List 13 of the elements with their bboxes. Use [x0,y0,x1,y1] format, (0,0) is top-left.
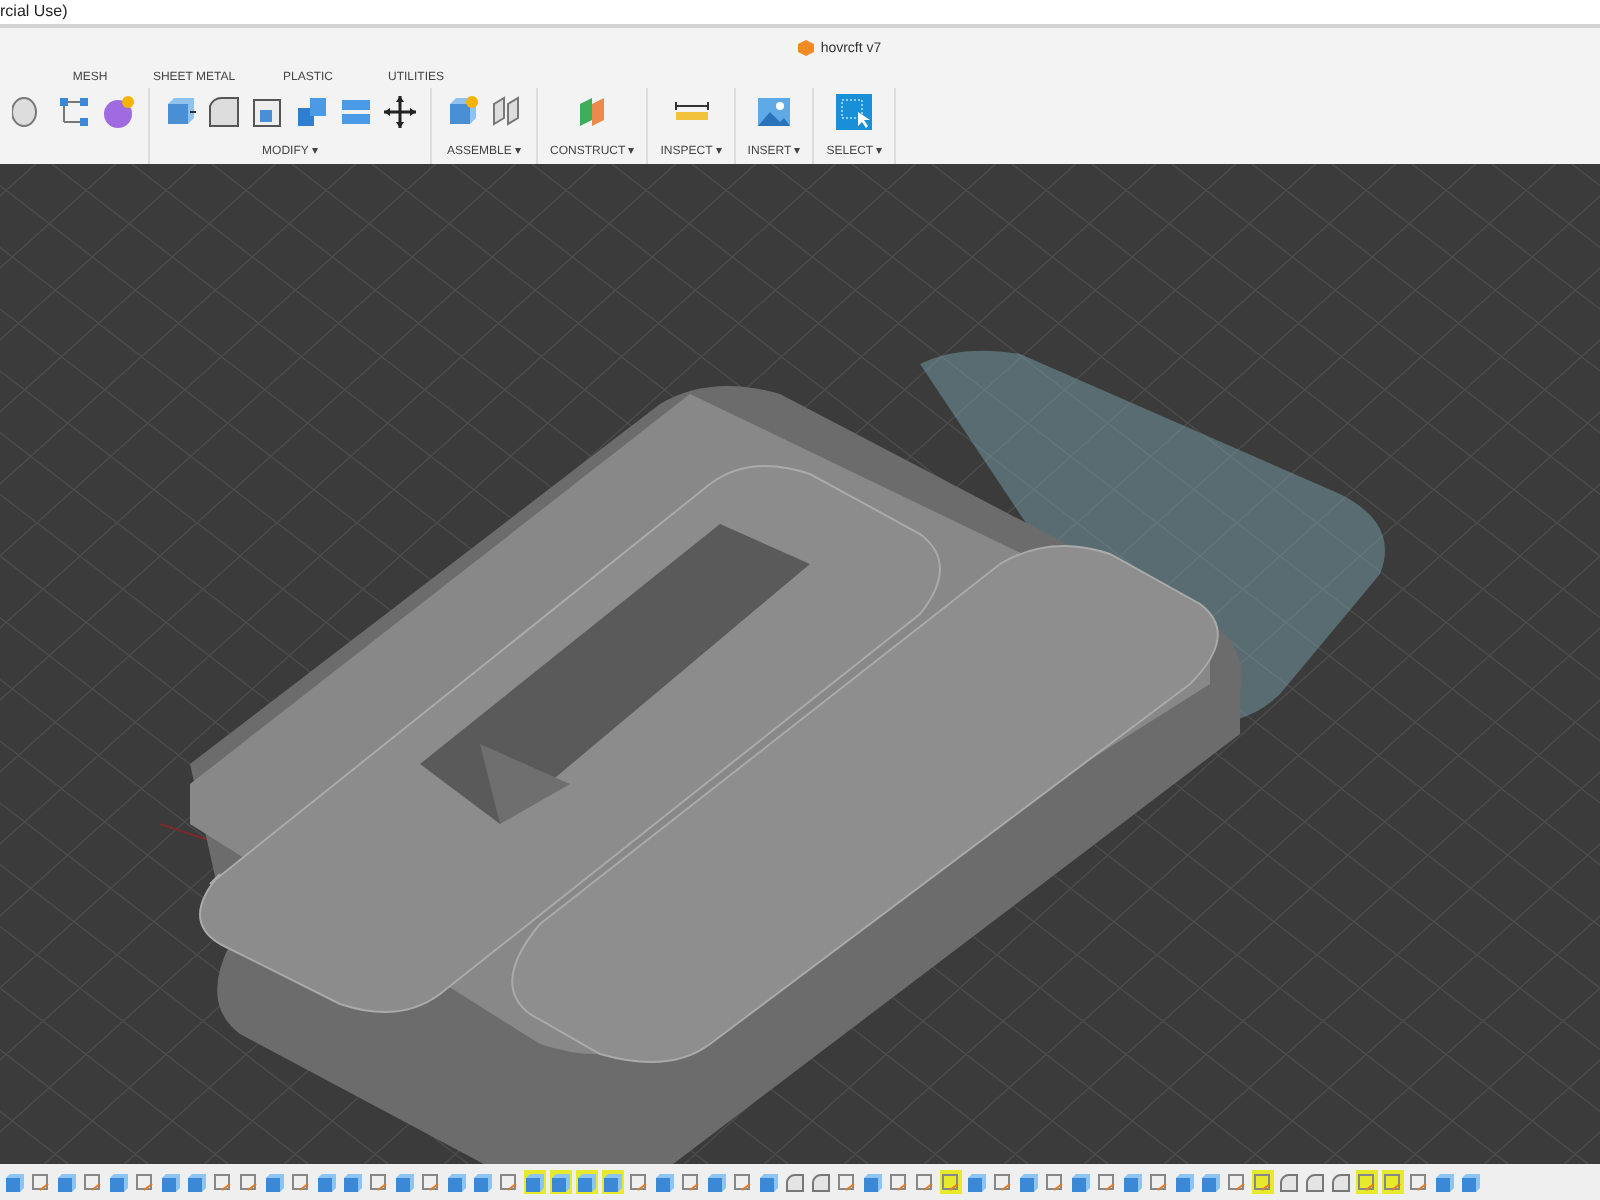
window-title: rcial Use) [0,2,68,22]
selection-cursor-icon[interactable] [836,94,873,130]
sketch-points-icon[interactable] [56,94,92,130]
joint-icon[interactable] [488,94,524,130]
fillet-icon[interactable] [206,94,242,130]
image-icon[interactable] [756,94,793,130]
form-icon[interactable] [100,94,136,130]
shell-icon[interactable] [250,94,286,130]
new-component-icon[interactable] [444,94,480,130]
push-pull-icon[interactable] [162,94,198,130]
combine-icon[interactable] [294,94,330,130]
cube-icon [798,40,815,56]
move-icon[interactable] [382,94,418,130]
